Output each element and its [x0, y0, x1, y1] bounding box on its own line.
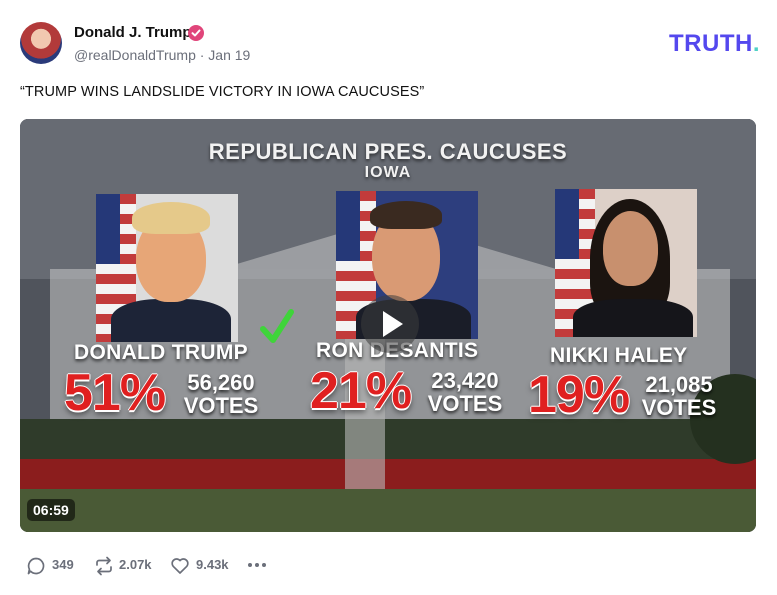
vote-label: VOTES [427, 391, 503, 416]
candidate-votes: 21,085 VOTES [634, 373, 724, 419]
candidate-percent: 51% [64, 364, 166, 422]
suit [111, 299, 231, 342]
video-headline: REPUBLICAN PRES. CAUCUSES [208, 139, 568, 164]
candidate-votes: 56,260 VOTES [176, 371, 266, 417]
play-button[interactable] [361, 295, 419, 353]
more-icon[interactable] [246, 555, 268, 575]
candidate-portrait-trump [96, 194, 238, 342]
retruth-count: 2.07k [119, 557, 152, 572]
brand-main: TRUTH [669, 30, 753, 57]
candidate-votes: 23,420 VOTES [420, 369, 510, 415]
retruth-button[interactable]: 2.07k [93, 555, 163, 576]
video-subhead: IOWA [364, 164, 412, 181]
candidate-portrait-haley [555, 189, 697, 337]
retruth-icon [96, 556, 112, 576]
vote-label: VOTES [641, 395, 717, 420]
like-icon [171, 558, 189, 574]
check-icon [260, 309, 294, 343]
video-duration: 06:59 [27, 499, 75, 521]
hair [132, 202, 210, 234]
face [603, 211, 658, 286]
avatar[interactable] [20, 22, 62, 64]
top [573, 299, 693, 337]
vote-count: 23,420 [431, 368, 499, 393]
vote-label: VOTES [183, 393, 259, 418]
candidate-name: DONALD TRUMP [74, 341, 248, 364]
post-text: “TRUMP WINS LANDSLIDE VICTORY IN IOWA CA… [20, 84, 425, 100]
candidate-percent: 19% [528, 366, 630, 424]
flag-canton [336, 191, 360, 261]
reply-button[interactable]: 349 [26, 555, 86, 575]
video-player[interactable]: REPUBLICAN PRES. CAUCUSES IOWA DONALD TR… [20, 119, 756, 532]
reply-icon [27, 557, 45, 575]
brand-dot: . [752, 30, 760, 57]
flag-canton [96, 194, 120, 264]
reply-count: 349 [52, 557, 74, 572]
truth-social-logo[interactable]: TRUTH. [669, 30, 760, 58]
post-header: Donald J. Trump @realDonaldTrump · Jan 1… [20, 20, 760, 64]
like-button[interactable]: 9.43k [170, 555, 240, 575]
play-icon [383, 311, 403, 337]
like-count: 9.43k [196, 557, 229, 572]
vote-count: 56,260 [187, 370, 255, 395]
hair [370, 201, 442, 229]
verified-icon [188, 25, 204, 41]
post-actions: 349 2.07k 9.43k [26, 555, 326, 576]
author-name[interactable]: Donald J. Trump [74, 24, 192, 41]
candidate-percent: 21% [310, 362, 412, 420]
vote-count: 21,085 [645, 372, 713, 397]
flag-canton [555, 189, 579, 259]
author-handle-date[interactable]: @realDonaldTrump · Jan 19 [74, 47, 250, 63]
